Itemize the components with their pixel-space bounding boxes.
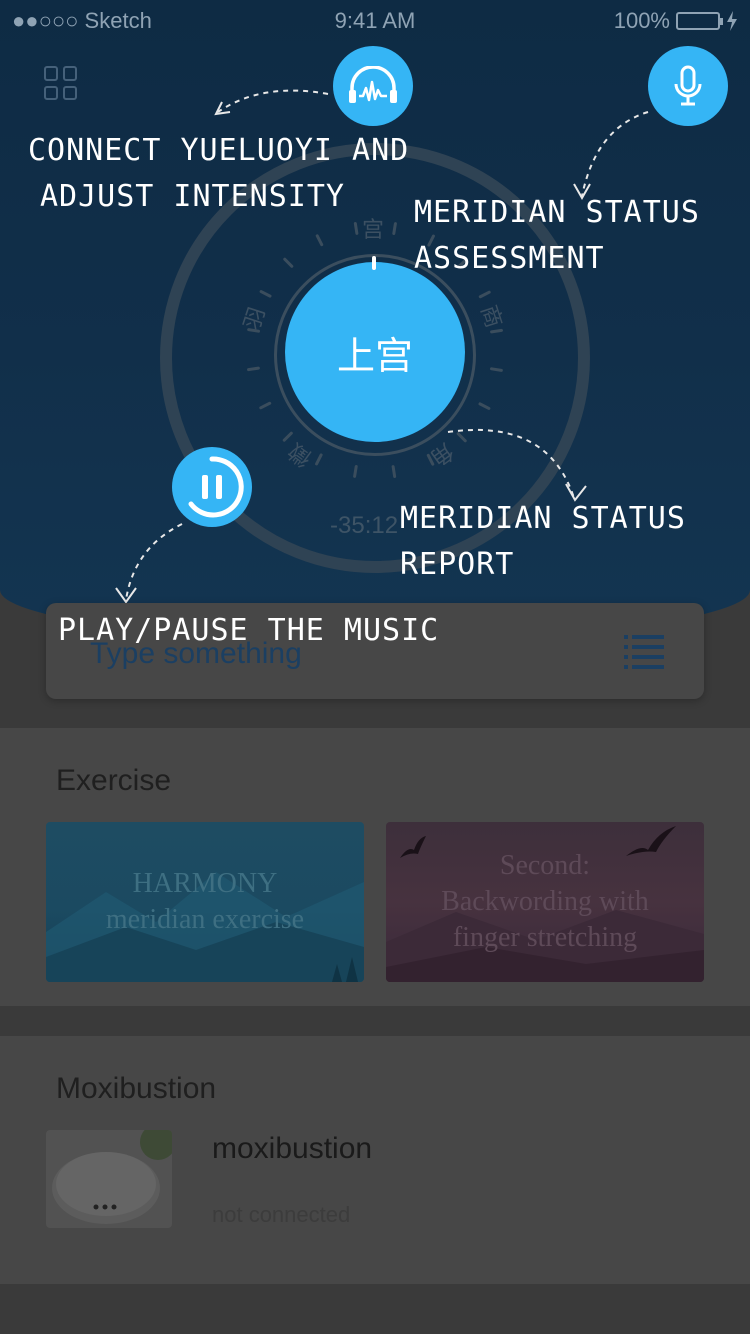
device-icon bbox=[52, 1130, 172, 1224]
annotation-play: Play/pause the music bbox=[58, 613, 440, 648]
annotation-arrows bbox=[115, 89, 649, 604]
annotation-assessment: Meridian status assessment bbox=[414, 195, 700, 276]
exercise-card-harmony[interactable]: HARMONY meridian exercise bbox=[46, 822, 364, 982]
annotation-connect: Connect Yueluoyi and adjust intensity bbox=[28, 133, 410, 214]
moxibustion-device-image[interactable] bbox=[46, 1130, 172, 1228]
card-harmony-title: HARMONY bbox=[132, 868, 278, 899]
moxibustion-section: Moxibustion moxibustion not connected bbox=[0, 1036, 750, 1284]
exercise-card-second[interactable]: Second: Backwording with finger stretchi… bbox=[386, 822, 704, 982]
card-harmony-subtitle: meridian exercise bbox=[105, 904, 305, 935]
list-icon[interactable] bbox=[624, 631, 664, 671]
exercise-title: Exercise bbox=[56, 764, 172, 797]
card-second-title: Second: bbox=[499, 850, 591, 881]
device-status: not connected bbox=[212, 1202, 351, 1227]
moxibustion-title: Moxibustion bbox=[56, 1072, 217, 1105]
annotation-report: Meridian status report bbox=[400, 501, 686, 582]
exercise-section: Exercise HARMONY meridian exercise Secon… bbox=[0, 728, 750, 1006]
card-second-line3: finger stretching bbox=[452, 922, 638, 953]
device-name[interactable]: moxibustion bbox=[212, 1132, 372, 1166]
card-second-line2: Backwording with bbox=[441, 886, 649, 917]
